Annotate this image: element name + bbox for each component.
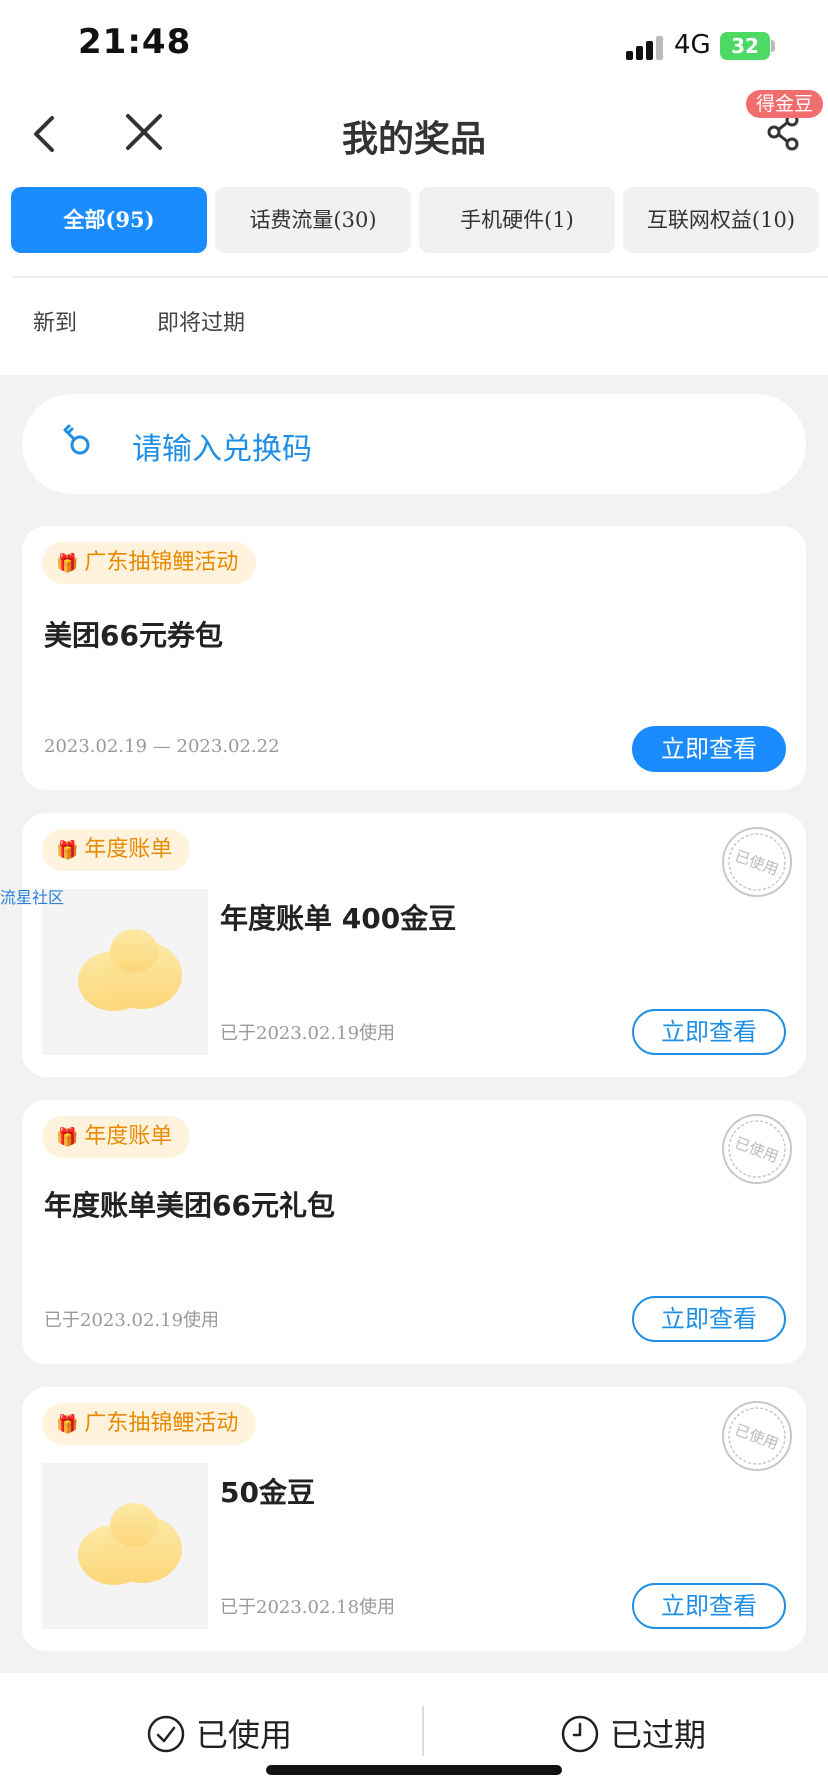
activity-tag-label: 年度账单 (84, 837, 173, 862)
used-stamp-icon: 已使用 (720, 825, 794, 899)
signal-icon (626, 34, 666, 60)
used-stamp-icon: 已使用 (720, 1112, 794, 1186)
used-stamp-icon: 已使用 (720, 1399, 794, 1473)
view-now-button[interactable]: 立即查看 (632, 1583, 786, 1629)
tab-data-traffic[interactable]: 话费流量(30) (215, 187, 411, 253)
used-stamp-label: 已使用 (732, 1421, 780, 1453)
prize-title: 美团66元券包 (44, 619, 223, 652)
activity-tag-label: 年度账单 (84, 1124, 173, 1149)
prize-card: 🎁 年度账单 年度账单 400金豆 已于2023.02.19使用 立即查看 已使用 (22, 813, 806, 1077)
activity-tag: 🎁 广东抽锦鲤活动 (42, 1403, 257, 1445)
activity-tag: 🎁 广东抽锦鲤活动 (42, 542, 257, 584)
status-time: 21:48 (78, 22, 192, 62)
redeem-placeholder: 请输入兑换码 (132, 432, 312, 467)
used-filter-label: 已使用 (196, 1716, 293, 1754)
subtab-new[interactable]: 新到 (33, 305, 77, 337)
prize-used-date: 已于2023.02.18使用 (220, 1597, 396, 1618)
prize-title: 年度账单美团66元礼包 (44, 1189, 335, 1222)
bottom-divider (422, 1706, 424, 1756)
gold-bean-icon (78, 1503, 182, 1585)
expired-filter-label: 已过期 (610, 1716, 707, 1754)
view-now-button[interactable]: 立即查看 (632, 726, 786, 772)
battery-icon: 32 (720, 32, 770, 60)
activity-tag: 🎁 年度账单 (42, 1116, 191, 1158)
activity-tag-label: 广东抽锦鲤活动 (84, 550, 239, 575)
expired-filter-button[interactable]: 已过期 (560, 1710, 706, 1756)
prize-card: 🎁 广东抽锦鲤活动 美团66元券包 2023.02.19 — 2023.02.22… (22, 526, 806, 790)
prize-used-date: 已于2023.02.19使用 (44, 1310, 220, 1331)
network-label: 4G (674, 30, 711, 60)
prize-card: 🎁 广东抽锦鲤活动 50金豆 已于2023.02.18使用 立即查看 已使用 (22, 1387, 806, 1651)
prize-title: 50金豆 (220, 1476, 315, 1509)
prize-card: 🎁 年度账单 年度账单美团66元礼包 已于2023.02.19使用 立即查看 已使… (22, 1100, 806, 1364)
check-circle-icon (147, 1715, 185, 1753)
prize-title: 年度账单 400金豆 (220, 902, 457, 935)
prize-used-date: 已于2023.02.19使用 (220, 1023, 396, 1044)
tabs-divider (12, 276, 828, 278)
gift-icon: 🎁 (56, 553, 79, 574)
home-indicator (266, 1765, 562, 1775)
clock-icon (561, 1715, 599, 1753)
gift-icon: 🎁 (56, 840, 79, 861)
prize-validity: 2023.02.19 — 2023.02.22 (44, 736, 280, 757)
key-icon (58, 420, 98, 460)
share-icon[interactable] (766, 112, 802, 152)
gift-icon: 🎁 (56, 1414, 79, 1435)
subtab-expiring[interactable]: 即将过期 (157, 305, 245, 337)
activity-tag-label: 广东抽锦鲤活动 (84, 1411, 239, 1436)
gold-bean-thumbnail (42, 889, 208, 1055)
view-now-button[interactable]: 立即查看 (632, 1296, 786, 1342)
gold-bean-icon (78, 929, 182, 1011)
used-stamp-label: 已使用 (732, 847, 780, 879)
page-title: 我的奖品 (341, 119, 486, 160)
view-now-button[interactable]: 立即查看 (632, 1009, 786, 1055)
used-filter-button[interactable]: 已使用 (146, 1710, 292, 1756)
watermark-label: 流星社区 (0, 888, 65, 907)
activity-tag: 🎁 年度账单 (42, 829, 191, 871)
gold-bean-thumbnail (42, 1463, 208, 1629)
coin-badge[interactable]: 得金豆 (746, 90, 824, 118)
gift-icon: 🎁 (56, 1127, 79, 1148)
used-stamp-label: 已使用 (732, 1134, 780, 1166)
tab-all[interactable]: 全部(95) (11, 187, 207, 253)
tab-phone-hardware[interactable]: 手机硬件(1) (419, 187, 615, 253)
tab-internet-rights[interactable]: 互联网权益(10) (623, 187, 819, 253)
battery-tip (771, 40, 775, 52)
